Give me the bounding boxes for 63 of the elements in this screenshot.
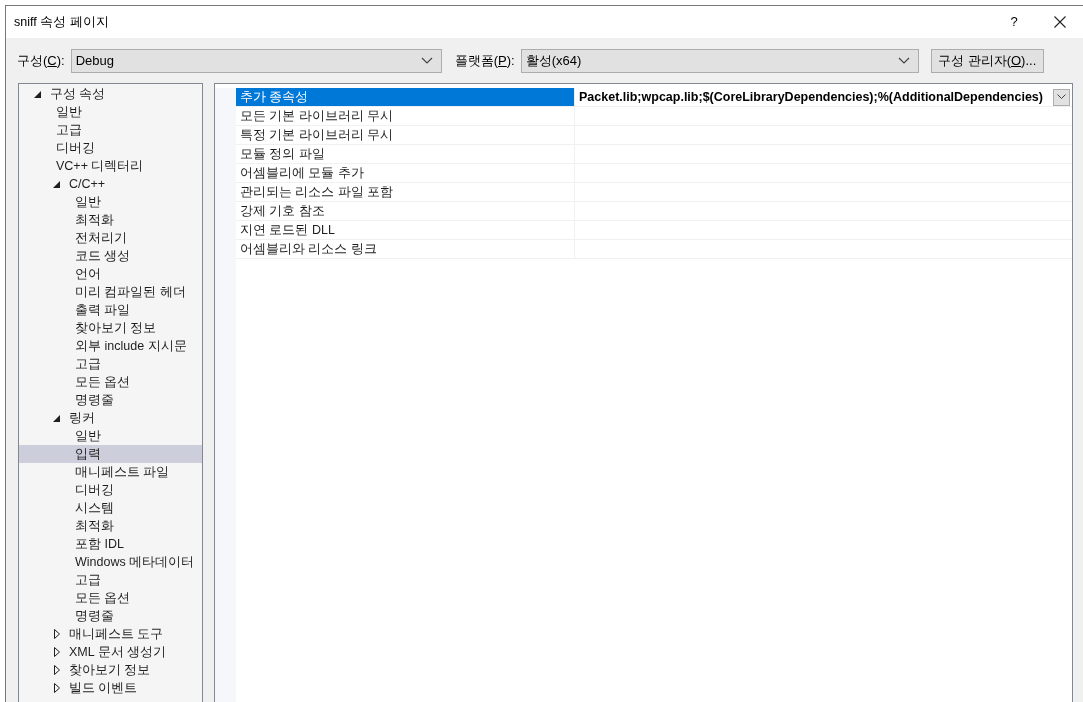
tree-item[interactable]: 코드 생성	[19, 247, 202, 265]
collapsed-arrow-icon[interactable]	[53, 665, 60, 675]
tree-item[interactable]: 포함 IDL	[19, 535, 202, 553]
tree-item[interactable]: 최적화	[19, 211, 202, 229]
tree-item[interactable]: 명령줄	[19, 391, 202, 409]
tree-item[interactable]: Windows 메타데이터	[19, 553, 202, 571]
tree-item[interactable]: 모든 옵션	[19, 589, 202, 607]
tree-item[interactable]: 모든 옵션	[19, 373, 202, 391]
expanded-arrow-icon[interactable]	[53, 180, 60, 188]
property-row[interactable]: 어셈블리에 모듈 추가	[236, 164, 1072, 183]
expanded-arrow-icon[interactable]	[34, 90, 41, 98]
property-row[interactable]: 지연 로드된 DLL	[236, 221, 1072, 240]
platform-label: 플랫폼(P):	[454, 52, 515, 71]
tree-item[interactable]: 미리 컴파일된 헤더	[19, 283, 202, 301]
tree-item[interactable]: 디버깅	[19, 481, 202, 499]
config-label: 구성(C):	[17, 52, 65, 71]
tree-item[interactable]: VC++ 디렉터리	[19, 157, 202, 175]
dropdown[interactable]: Debug	[70, 49, 442, 73]
tree-item[interactable]: 일반	[19, 427, 202, 445]
tree-item[interactable]: 매니페스트 도구	[19, 625, 202, 643]
chevron-down-icon	[897, 57, 910, 65]
expanded-arrow-icon[interactable]	[53, 414, 60, 422]
close-icon	[1054, 16, 1066, 28]
property-row[interactable]: 추가 종속성 Packet.lib;wpcap.lib;$(CoreLibraryDependencies);%(AdditionalDependencies)	[236, 88, 1072, 107]
property-row[interactable]: 모듈 정의 파일	[236, 145, 1072, 164]
property-row[interactable]: 관리되는 리소스 파일 포함	[236, 183, 1072, 202]
collapsed-arrow-icon[interactable]	[53, 647, 60, 657]
tree-item[interactable]: 빌드 이벤트	[19, 679, 202, 697]
tree-item[interactable]: 일반	[19, 193, 202, 211]
tree-item[interactable]: 명령줄	[19, 607, 202, 625]
chevron-down-icon	[1057, 94, 1066, 100]
property-row[interactable]: 어셈블리와 리소스 링크	[236, 240, 1072, 259]
tree-item[interactable]: 출력 파일	[19, 301, 202, 319]
dropdown-button[interactable]	[1053, 88, 1070, 106]
property-row[interactable]: 모든 기본 라이브러리 무시	[236, 107, 1072, 126]
tree-item[interactable]: 언어	[19, 265, 202, 283]
dropdown[interactable]: 활성(x64)	[520, 49, 919, 73]
property-value: Packet.lib;wpcap.lib;$(CoreLibraryDependencies);%(AdditionalDependencies)	[579, 88, 1044, 106]
tree-item[interactable]: 구성 속성	[19, 85, 202, 103]
tree-item[interactable]: 고급	[19, 571, 202, 589]
window-title: sniff 속성 페이지	[14, 13, 110, 31]
tree-item[interactable]: 고급	[19, 121, 202, 139]
tree-item[interactable]: 찾아보기 정보	[19, 661, 202, 679]
tree-item[interactable]: 매니페스트 파일	[19, 463, 202, 481]
tree-item[interactable]: 찾아보기 정보	[19, 319, 202, 337]
tree-item[interactable]: 디버깅	[19, 139, 202, 157]
chevron-down-icon	[420, 57, 433, 65]
help-button[interactable]: ?	[991, 6, 1037, 38]
collapsed-arrow-icon[interactable]	[53, 629, 60, 639]
tree-item[interactable]: XML 문서 생성기	[19, 643, 202, 661]
tree-item[interactable]: 외부 include 지시문	[19, 337, 202, 355]
tree-item[interactable]: 고급	[19, 355, 202, 373]
tree-item[interactable]: 입력	[19, 445, 202, 463]
property-row[interactable]: 특정 기본 라이브러리 무시	[236, 126, 1072, 145]
collapsed-arrow-icon[interactable]	[53, 683, 60, 693]
tree-item[interactable]: 링커	[19, 409, 202, 427]
config-manager-button[interactable]: 구성 관리자(O)...	[930, 49, 1044, 73]
tree-item[interactable]: 시스템	[19, 499, 202, 517]
tree-item[interactable]: 일반	[19, 103, 202, 121]
property-row[interactable]: 강제 기호 참조	[236, 202, 1072, 221]
tree-item[interactable]: 최적화	[19, 517, 202, 535]
tree-item[interactable]: C/C++	[19, 175, 202, 193]
tree-item[interactable]: 전처리기	[19, 229, 202, 247]
